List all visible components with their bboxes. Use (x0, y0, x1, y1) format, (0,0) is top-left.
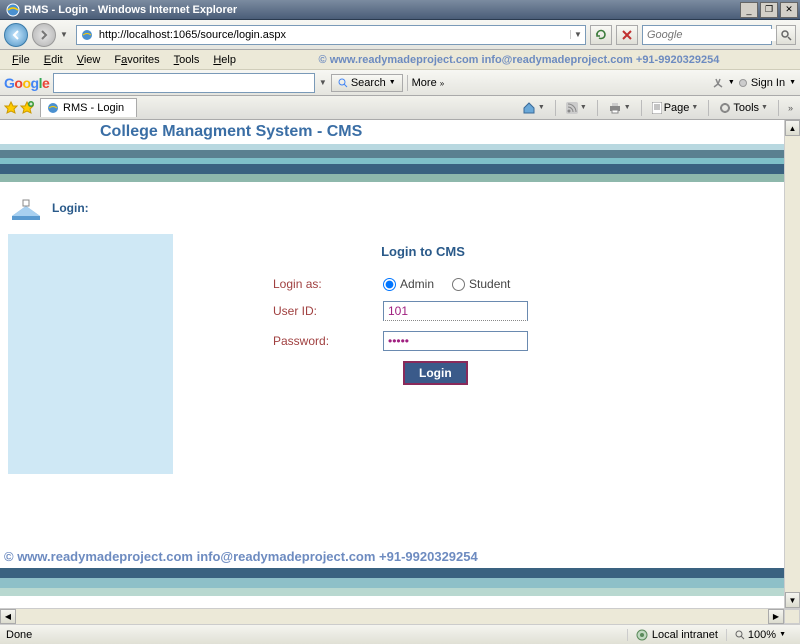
zoom-control[interactable]: 100% ▼ (726, 629, 794, 641)
page-icon (80, 28, 94, 42)
google-settings[interactable]: ▼ (712, 77, 735, 89)
tools-menu[interactable]: Tools ▼ (715, 102, 772, 114)
login-section-label: Login: (52, 201, 89, 215)
address-bar: ▼ (76, 25, 586, 45)
browser-tab[interactable]: RMS - Login (40, 98, 137, 117)
print-button[interactable]: ▼ (604, 102, 635, 114)
nav-toolbar: ▼ ▼ (0, 20, 800, 50)
refresh-button[interactable] (590, 25, 612, 45)
menu-tools[interactable]: Tools (168, 52, 206, 68)
security-zone[interactable]: Local intranet (627, 629, 726, 641)
google-signin[interactable]: Sign In ▼ (739, 77, 796, 89)
forward-button[interactable] (32, 23, 56, 47)
google-search-button[interactable]: Search ▼ (331, 74, 403, 92)
login-heading: Login to CMS (273, 244, 573, 259)
favorites-star-icon[interactable] (4, 101, 18, 115)
search-go-button[interactable] (776, 25, 796, 45)
scroll-left-button[interactable]: ◀ (0, 609, 16, 624)
status-bar: Done Local intranet 100% ▼ (0, 624, 800, 644)
add-favorites-icon[interactable] (20, 101, 34, 115)
window-titlebar: RMS - Login - Windows Internet Explorer … (0, 0, 800, 20)
login-as-label: Login as: (273, 277, 383, 291)
menu-help[interactable]: Help (207, 52, 242, 68)
stop-button[interactable] (616, 25, 638, 45)
search-input[interactable] (643, 29, 794, 41)
ie-icon (6, 3, 20, 17)
address-dropdown[interactable]: ▼ (570, 30, 585, 39)
google-toolbar: Google ▼ Search ▼ More » ▼ Sign In ▼ (0, 70, 800, 96)
page-menu[interactable]: Page ▼ (648, 102, 703, 114)
window-title: RMS - Login - Windows Internet Explorer (24, 4, 740, 16)
address-input[interactable] (97, 29, 570, 41)
scroll-down-button[interactable]: ▼ (785, 592, 800, 608)
login-icon (10, 194, 42, 222)
radio-admin[interactable]: Admin (383, 277, 434, 291)
back-button[interactable] (4, 23, 28, 47)
menu-favorites[interactable]: Favorites (108, 52, 165, 68)
feeds-button[interactable]: ▼ (562, 102, 591, 114)
menu-view[interactable]: View (71, 52, 107, 68)
google-search-input[interactable] (53, 73, 315, 93)
maximize-button[interactable]: ❐ (760, 2, 778, 18)
radio-student[interactable]: Student (452, 277, 510, 291)
password-input[interactable] (383, 331, 528, 351)
watermark-text: © www.readymadeproject.com info@readymad… (244, 52, 794, 68)
password-label: Password: (273, 334, 383, 348)
chevron-right-icon[interactable]: » (785, 103, 796, 113)
tab-title: RMS - Login (63, 102, 124, 114)
google-search-dropdown[interactable]: ▼ (319, 78, 327, 87)
status-text: Done (6, 629, 627, 641)
home-button[interactable]: ▼ (518, 101, 549, 115)
horizontal-scrollbar[interactable]: ◀ ▶ (0, 608, 800, 624)
google-logo: Google (4, 75, 49, 91)
menu-bar: File Edit View Favorites Tools Help © ww… (0, 50, 800, 70)
minimize-button[interactable]: _ (740, 2, 758, 18)
sidebar-panel (8, 234, 173, 474)
google-more[interactable]: More » (412, 77, 445, 89)
scroll-right-button[interactable]: ▶ (768, 609, 784, 624)
menu-edit[interactable]: Edit (38, 52, 69, 68)
page-content: College Managment System - CMS Login: Lo… (0, 120, 784, 608)
search-box (642, 25, 772, 45)
close-button[interactable]: ✕ (780, 2, 798, 18)
page-title: College Managment System - CMS (100, 123, 362, 141)
nav-history-dropdown[interactable]: ▼ (60, 30, 68, 39)
tab-bar: RMS - Login ▼ ▼ ▼ Page ▼ Tools ▼ » (0, 96, 800, 120)
vertical-scrollbar[interactable]: ▲ ▼ (784, 120, 800, 608)
user-id-input[interactable] (383, 301, 528, 321)
menu-file[interactable]: File (6, 52, 36, 68)
footer-watermark: © www.readymadeproject.com info@readymad… (4, 549, 478, 564)
user-id-label: User ID: (273, 304, 383, 318)
scroll-up-button[interactable]: ▲ (785, 120, 800, 136)
login-button[interactable]: Login (403, 361, 468, 385)
